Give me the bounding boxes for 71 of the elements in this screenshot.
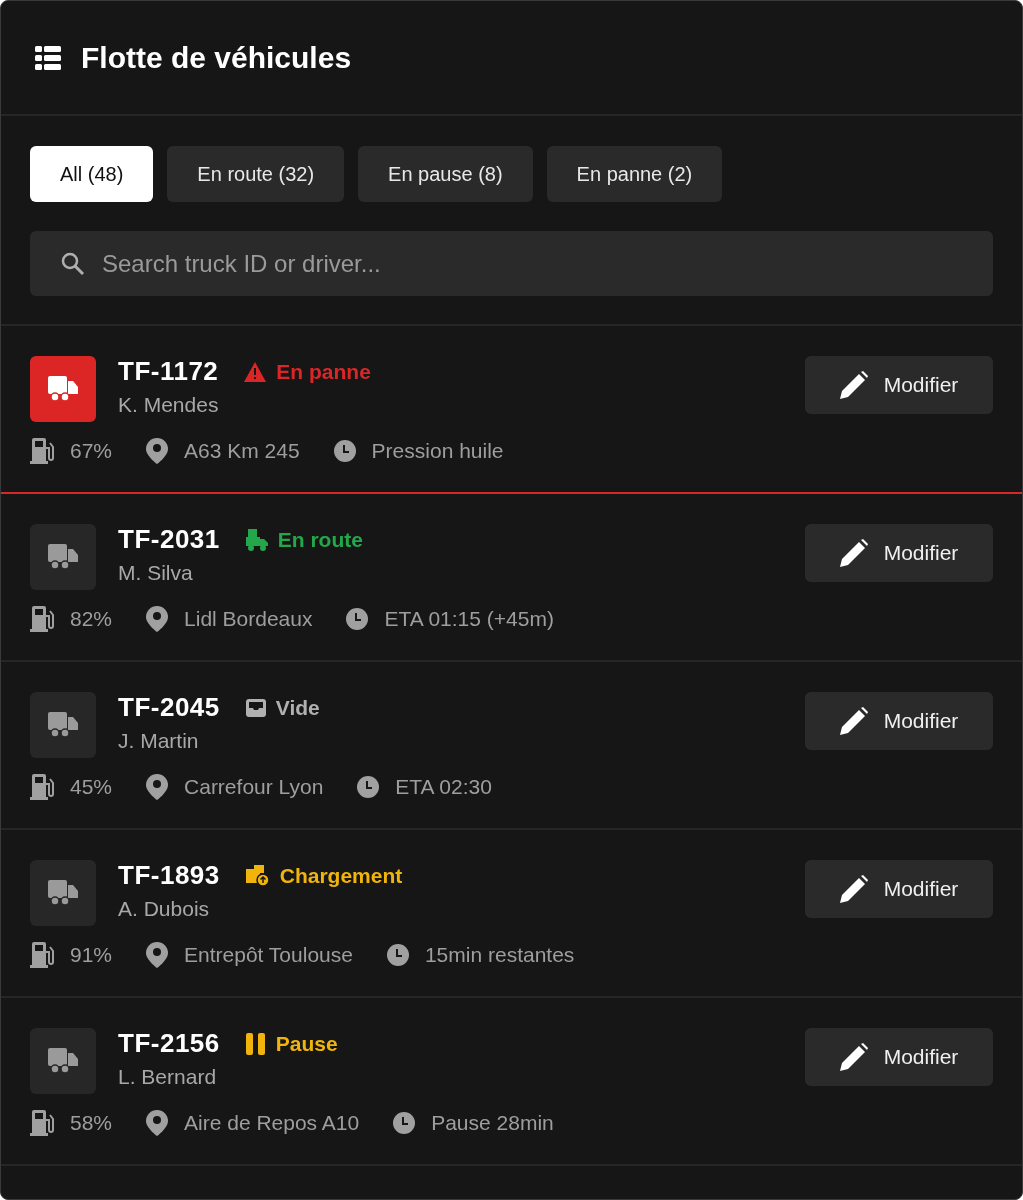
edit-button[interactable]: Modifier	[805, 356, 993, 414]
pencil-icon	[839, 707, 868, 735]
fuel-level: 82%	[70, 607, 113, 631]
fuel-pump-icon	[30, 1110, 54, 1136]
page-title: Flotte de véhicules	[81, 40, 352, 75]
location-pin-icon	[146, 606, 169, 632]
status-label: Vide	[275, 695, 320, 720]
location-pin-icon	[146, 438, 169, 464]
pencil-icon	[839, 539, 868, 567]
search-field[interactable]: Search truck ID or driver...	[30, 231, 993, 296]
list-icon	[35, 45, 61, 70]
clock-icon	[393, 1112, 416, 1134]
truck-icon	[48, 880, 78, 906]
time-info: ETA 02:30	[395, 775, 492, 799]
location-text: Aire de Repos A10	[184, 1111, 360, 1135]
clock-icon	[357, 776, 380, 798]
pause-icon	[245, 1032, 266, 1055]
truck-box-icon	[245, 528, 268, 551]
driver-name: A. Dubois	[118, 897, 211, 921]
location-pin-icon	[146, 1110, 169, 1136]
driver-name: M. Silva	[118, 561, 194, 585]
location-text: Carrefour Lyon	[184, 775, 324, 799]
location-text: A63 Km 245	[184, 439, 300, 463]
edit-button[interactable]: Modifier	[805, 1028, 993, 1086]
vehicle-id: TF-1172	[118, 356, 219, 387]
location-text: Entrepôt Toulouse	[184, 943, 353, 967]
time-info: 15min restantes	[424, 943, 575, 967]
fuel-level: 45%	[70, 775, 113, 799]
fuel-pump-icon	[30, 606, 54, 632]
clock-icon	[346, 608, 369, 630]
fuel-level: 58%	[70, 1111, 113, 1135]
status-label: En route	[277, 527, 363, 552]
vehicle-id: TF-1893	[118, 860, 220, 891]
driver-name: K. Mendes	[118, 393, 220, 417]
location-pin-icon	[146, 774, 169, 800]
filter-tab[interactable]: En pause (8)	[358, 146, 533, 202]
fuel-pump-icon	[30, 774, 54, 800]
truck-icon	[48, 712, 78, 738]
edit-button[interactable]: Modifier	[805, 524, 993, 582]
truck-icon	[48, 1048, 78, 1074]
driver-name: L. Bernard	[118, 1065, 218, 1089]
warning-icon	[244, 361, 267, 382]
fuel-pump-icon	[30, 942, 54, 968]
status-label: Pause	[275, 1031, 338, 1056]
time-info: ETA 01:15 (+45m)	[384, 607, 554, 631]
pencil-icon	[839, 1043, 868, 1071]
driver-name: J. Martin	[118, 729, 200, 753]
clock-icon	[333, 440, 356, 462]
edit-button[interactable]: Modifier	[805, 860, 993, 918]
time-info: Pause 28min	[431, 1111, 554, 1135]
vehicle-id: TF-2156	[118, 1028, 220, 1059]
location-pin-icon	[146, 942, 169, 968]
fuel-level: 67%	[70, 439, 113, 463]
truck-icon	[48, 376, 78, 402]
filter-tab[interactable]: En panne (2)	[546, 146, 723, 202]
pencil-icon	[839, 875, 868, 903]
filter-tab[interactable]: All (48)	[30, 146, 154, 202]
status-label: Chargement	[279, 863, 403, 888]
pencil-icon	[839, 371, 868, 399]
filter-tab[interactable]: En route (32)	[167, 146, 345, 202]
time-info: Pression huile	[371, 439, 504, 463]
truck-icon	[48, 544, 78, 570]
fuel-pump-icon	[30, 438, 54, 464]
vehicle-id: TF-2031	[118, 524, 220, 555]
clock-icon	[386, 944, 409, 966]
edit-button[interactable]: Modifier	[805, 692, 993, 750]
location-text: Lidl Bordeaux	[184, 607, 313, 631]
status-label: En panne	[276, 359, 371, 384]
fuel-level: 91%	[70, 943, 113, 967]
vehicle-id: TF-2045	[118, 692, 220, 723]
tray-icon	[245, 698, 266, 717]
